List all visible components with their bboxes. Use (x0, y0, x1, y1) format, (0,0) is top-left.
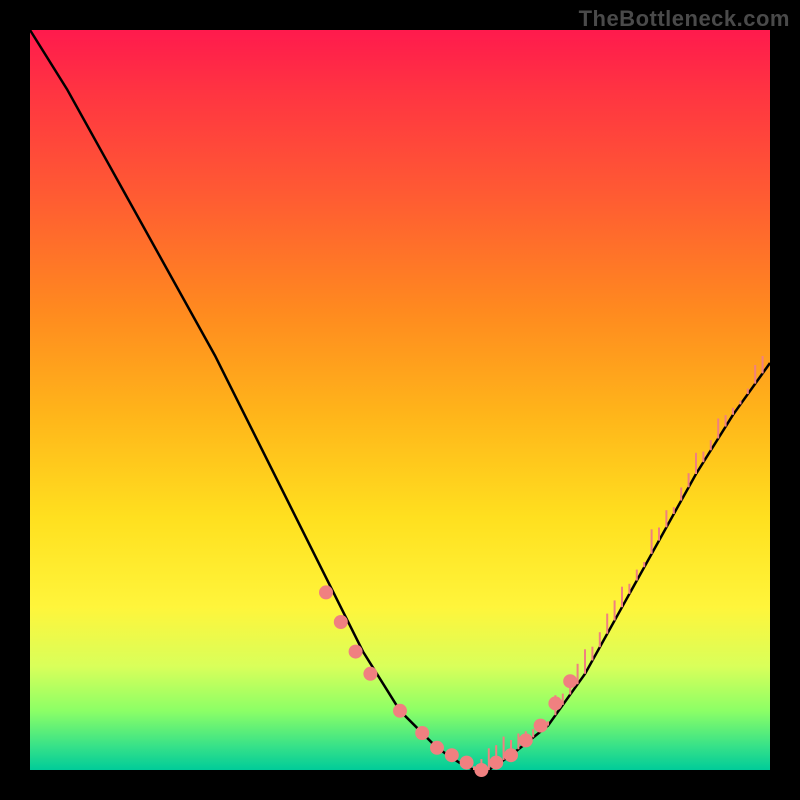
noise-ticks (474, 356, 763, 770)
marker-dot (363, 667, 377, 681)
highlight-markers (319, 585, 577, 777)
marker-dot (430, 741, 444, 755)
marker-dot (445, 748, 459, 762)
marker-dot (334, 615, 348, 629)
marker-dot (415, 726, 429, 740)
chart-frame: TheBottleneck.com (0, 0, 800, 800)
bottleneck-curve (30, 30, 770, 770)
marker-dot (349, 645, 363, 659)
marker-dot (460, 756, 474, 770)
marker-dot (393, 704, 407, 718)
marker-dot (319, 585, 333, 599)
watermark-text: TheBottleneck.com (579, 6, 790, 32)
plot-area (30, 30, 770, 770)
curve-layer (30, 30, 770, 770)
